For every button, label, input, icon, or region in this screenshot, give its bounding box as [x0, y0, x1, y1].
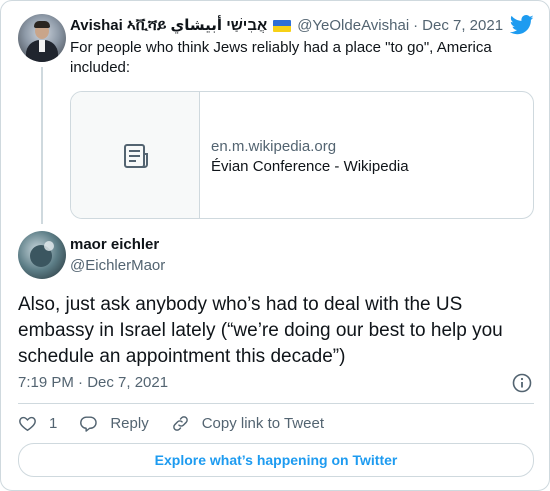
ukraine-flag-icon	[273, 20, 292, 32]
explore-twitter-button[interactable]: Explore what’s happening on Twitter	[18, 443, 534, 477]
reply-button[interactable]: Reply	[79, 414, 149, 433]
embedded-tweet-card: Avishai ኣቪሻይ אֲבִישַׁי أبيشاي @YeOldeAvi…	[0, 0, 550, 491]
link-icon	[172, 415, 188, 431]
tweet1-text: For people who think Jews reliably had a…	[70, 39, 492, 76]
tweet2-author-handle[interactable]: @EichlerMaor	[70, 256, 165, 276]
thread-connector-line	[41, 67, 43, 224]
heart-icon	[19, 416, 36, 431]
copy-link-label: Copy link to Tweet	[201, 414, 324, 432]
tweet2-author-name[interactable]: maor eichler	[70, 235, 159, 255]
action-bar: 1 Reply Copy link to Tweet	[18, 411, 346, 435]
link-thumbnail	[71, 92, 200, 218]
tweet1-author-handle[interactable]: @YeOldeAvishai	[297, 16, 409, 36]
tweet1-date[interactable]: Dec 7, 2021	[422, 16, 503, 36]
twitter-bird-icon[interactable]	[509, 15, 534, 35]
tweet1-separator: ·	[413, 17, 419, 34]
like-button[interactable]: 1	[18, 414, 57, 433]
tweet1-header: Avishai ኣቪሻይ אֲבִישַׁי أبيشاي @YeOldeAvi…	[70, 16, 503, 36]
divider	[18, 403, 534, 404]
link-preview-card[interactable]: en.m.wikipedia.org Évian Conference - Wi…	[70, 91, 534, 219]
link-title: Évian Conference - Wikipedia	[211, 158, 409, 175]
copy-link-button[interactable]: Copy link to Tweet	[171, 414, 324, 433]
tweet1-author-name[interactable]: Avishai ኣቪሻይ אֲבִישַׁי أبيشاي	[70, 16, 267, 36]
tweet2-timestamp[interactable]: 7:19 PM · Dec 7, 2021	[18, 373, 168, 393]
info-icon[interactable]	[511, 372, 533, 394]
like-count: 1	[49, 414, 58, 432]
tweet2-text: Also, just ask anybody who’s had to deal…	[18, 294, 503, 367]
avatar-avishai[interactable]	[18, 14, 66, 62]
link-domain: en.m.wikipedia.org	[211, 138, 337, 155]
document-icon	[124, 144, 148, 168]
avatar-maor-eichler[interactable]	[18, 231, 66, 279]
reply-label: Reply	[110, 414, 149, 432]
reply-bubble-icon	[80, 415, 97, 432]
